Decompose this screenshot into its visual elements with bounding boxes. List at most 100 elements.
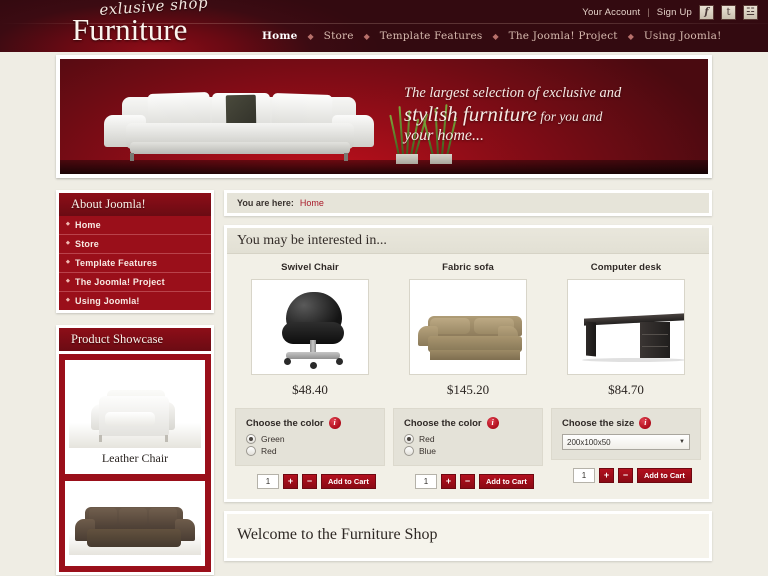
radio-label: Red	[261, 446, 277, 456]
radio-label: Red	[419, 434, 435, 444]
option-title-text: Choose the size	[562, 417, 635, 429]
showcase-body: Leather Chair	[56, 351, 214, 575]
hero-floor	[60, 160, 708, 174]
quantity-increase-button[interactable]: +	[441, 474, 456, 489]
size-select-value: 200x100x50	[567, 437, 611, 447]
your-account-link[interactable]: Your Account	[582, 7, 640, 18]
nav-item-joomla-project[interactable]: The Joomla! Project	[509, 30, 618, 42]
info-icon[interactable]: i	[328, 417, 341, 429]
radio-option-red[interactable]: Red	[404, 434, 532, 444]
logo-main-text: Furniture	[72, 12, 188, 47]
main-content: You are here: Home You may be interested…	[224, 190, 712, 576]
welcome-panel: Welcome to the Furniture Shop	[224, 511, 712, 561]
product-grid: Swivel Chair $48.40 Fabric sofa $145.20 …	[227, 254, 709, 398]
info-icon[interactable]: i	[639, 417, 652, 429]
nav-item-home[interactable]: Home	[262, 30, 298, 42]
radio-button[interactable]	[246, 434, 256, 444]
size-select[interactable]: 200x100x50 ▼	[562, 434, 690, 450]
radio-option-red[interactable]: Red	[246, 446, 374, 456]
interested-panel: You may be interested in... Swivel Chair	[224, 225, 712, 502]
quantity-input[interactable]: 1	[573, 468, 595, 483]
list-item: Store	[59, 234, 211, 253]
quantity-decrease-button[interactable]: −	[618, 468, 633, 483]
quantity-input[interactable]: 1	[257, 474, 279, 489]
sidebar-item-using-joomla[interactable]: Using Joomla!	[59, 292, 211, 310]
radio-button[interactable]	[246, 446, 256, 456]
product-name: Computer desk	[590, 262, 662, 273]
hero-text-block: The largest selection of exclusive and s…	[404, 85, 694, 147]
list-item: The Joomla! Project	[59, 272, 211, 291]
add-to-cart-button[interactable]: Add to Cart	[321, 474, 376, 489]
option-title-text: Choose the color	[404, 417, 482, 429]
cart-row-3: 1 + − Add to Cart	[551, 468, 701, 483]
product-price: $84.70	[608, 382, 644, 397]
list-item: Template Features	[59, 253, 211, 272]
sidebar-item-store[interactable]: Store	[59, 235, 211, 253]
add-to-cart-button[interactable]: Add to Cart	[479, 474, 534, 489]
product-options-row: Choose the color i Green Red 1 + − Add t…	[227, 398, 709, 489]
twitter-icon[interactable]: t	[721, 5, 736, 20]
sign-up-link[interactable]: Sign Up	[657, 7, 692, 18]
showcase-image-brown-sofa	[69, 485, 201, 555]
quantity-decrease-button[interactable]: −	[460, 474, 475, 489]
module-product-showcase: Product Showcase Leather Chair	[56, 325, 214, 575]
quantity-decrease-button[interactable]: −	[302, 474, 317, 489]
radio-button[interactable]	[404, 434, 414, 444]
option-title: Choose the size i	[562, 417, 690, 429]
product-image-fabric-sofa[interactable]	[409, 279, 527, 375]
list-item: Home	[59, 216, 211, 234]
nav-diamond-icon: ◆	[363, 31, 370, 41]
add-to-cart-button[interactable]: Add to Cart	[637, 468, 692, 483]
showcase-caption: Leather Chair	[101, 451, 169, 465]
nav-item-store[interactable]: Store	[324, 30, 354, 42]
sidebar-item-template-features[interactable]: Template Features	[59, 254, 211, 272]
nav-diamond-icon: ◆	[307, 31, 314, 41]
facebook-icon[interactable]: f	[699, 5, 714, 20]
nav-diamond-icon: ◆	[627, 31, 634, 41]
list-item: Using Joomla!	[59, 291, 211, 310]
quantity-increase-button[interactable]: +	[283, 474, 298, 489]
product-price: $145.20	[446, 382, 490, 397]
radio-option-blue[interactable]: Blue	[404, 446, 532, 456]
option-box-color-2: Choose the color i Red Blue	[393, 408, 543, 466]
product-card-computer-desk: Computer desk $84.70	[551, 262, 701, 398]
product-price: $48.40	[292, 382, 328, 397]
showcase-item-brown-sofa[interactable]	[65, 481, 205, 566]
showcase-caption	[69, 555, 201, 562]
nav-item-template-features[interactable]: Template Features	[380, 30, 483, 42]
page-root: exlusive shop Furniture Your Account | S…	[0, 0, 768, 576]
module-title-showcase: Product Showcase	[56, 325, 214, 351]
nav-diamond-icon: ◆	[492, 31, 499, 41]
product-name: Swivel Chair	[281, 262, 339, 273]
quantity-input[interactable]: 1	[415, 474, 437, 489]
radio-option-green[interactable]: Green	[246, 434, 374, 444]
product-card-swivel-chair: Swivel Chair $48.40	[235, 262, 385, 398]
breadcrumb-item-home[interactable]: Home	[300, 198, 324, 208]
hero-banner[interactable]: The largest selection of exclusive and s…	[56, 55, 712, 178]
showcase-item-leather-chair[interactable]: Leather Chair	[65, 360, 205, 474]
hero-sofa-illustration	[104, 77, 374, 161]
sidebar-item-home[interactable]: Home	[59, 216, 211, 234]
product-image-computer-desk[interactable]	[567, 279, 685, 375]
rss-icon[interactable]: ☳	[743, 5, 758, 20]
info-icon[interactable]: i	[486, 417, 499, 429]
module-title-about: About Joomla!	[56, 190, 214, 216]
left-sidebar: About Joomla! Home Store Template Featur…	[56, 190, 214, 576]
utility-separator: |	[647, 7, 650, 18]
radio-label: Blue	[419, 446, 437, 456]
site-logo[interactable]: exlusive shop Furniture	[72, 0, 282, 49]
welcome-title: Welcome to the Furniture Shop	[237, 526, 438, 543]
radio-button[interactable]	[404, 446, 414, 456]
top-utility-bar: Your Account | Sign Up f t ☳	[582, 5, 758, 20]
hero-line-3: your home...	[404, 126, 484, 144]
quantity-increase-button[interactable]: +	[599, 468, 614, 483]
sidebar-menu-about: Home Store Template Features The Joomla!…	[56, 216, 214, 313]
product-image-swivel-chair[interactable]	[251, 279, 369, 375]
sidebar-item-joomla-project[interactable]: The Joomla! Project	[59, 273, 211, 291]
main-navigation: Home ◆ Store ◆ Template Features ◆ The J…	[262, 30, 722, 42]
nav-item-using-joomla[interactable]: Using Joomla!	[644, 30, 722, 42]
radio-label: Green	[261, 434, 285, 444]
option-box-color-1: Choose the color i Green Red	[235, 408, 385, 466]
showcase-image-armchair	[69, 364, 201, 448]
breadcrumb: You are here: Home	[224, 190, 712, 216]
